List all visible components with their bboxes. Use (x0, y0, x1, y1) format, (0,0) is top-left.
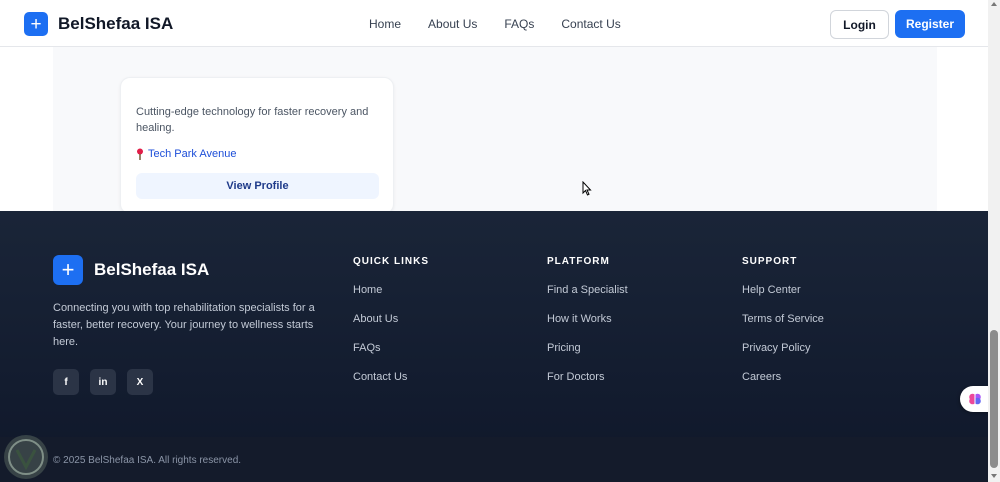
site-header: + BelShefaa ISA Home About Us FAQs Conta… (0, 0, 988, 47)
footer-col-support: SUPPORT Help Center Terms of Service Pri… (742, 256, 824, 386)
login-button[interactable]: Login (830, 10, 889, 39)
footer-col-platform: PLATFORM Find a Specialist How it Works … (547, 256, 628, 386)
copyright: © 2025 BelShefaa ISA. All rights reserve… (53, 455, 242, 466)
x-icon[interactable]: X (127, 369, 153, 395)
footer-link-faqs[interactable]: FAQs (353, 342, 429, 357)
nav-home[interactable]: Home (369, 17, 401, 31)
footer-link-contact-us[interactable]: Contact Us (353, 371, 429, 386)
vertical-scrollbar[interactable] (988, 0, 1000, 482)
scroll-up-arrow-icon[interactable] (991, 2, 997, 6)
footer-brand[interactable]: + BelShefaa ISA (53, 255, 209, 285)
brand[interactable]: + BelShefaa ISA (24, 12, 173, 36)
footer-link-privacy[interactable]: Privacy Policy (742, 342, 824, 357)
footer-col-quick-links: QUICK LINKS Home About Us FAQs Contact U… (353, 256, 429, 386)
footer-tagline: Connecting you with top rehabilitation s… (53, 302, 315, 348)
main-nav: Home About Us FAQs Contact Us (369, 17, 648, 31)
nav-about-us[interactable]: About Us (428, 17, 477, 31)
card-description: Cutting-edge technology for faster recov… (136, 106, 369, 134)
scrollbar-thumb[interactable] (990, 330, 998, 468)
plus-logo-icon: + (24, 12, 48, 36)
social-links: f in X (53, 369, 164, 395)
brand-name: BelShefaa ISA (58, 14, 174, 33)
watermark-logo-icon (4, 435, 48, 479)
footer-link-careers[interactable]: Careers (742, 371, 824, 386)
nav-faqs[interactable]: FAQs (504, 17, 534, 31)
main-content: Cutting-edge technology for faster recov… (53, 47, 937, 214)
register-button[interactable]: Register (895, 10, 965, 38)
mouse-cursor-icon (582, 181, 592, 196)
footer-link-home[interactable]: Home (353, 284, 429, 299)
ai-assistant-button[interactable] (960, 386, 990, 412)
footer-brand-name: BelShefaa ISA (94, 260, 210, 279)
specialist-card: Cutting-edge technology for faster recov… (120, 77, 394, 214)
footer-link-find-specialist[interactable]: Find a Specialist (547, 284, 628, 299)
footer-link-help-center[interactable]: Help Center (742, 284, 824, 299)
footer-col-title: PLATFORM (547, 256, 610, 267)
footer-link-terms[interactable]: Terms of Service (742, 313, 824, 328)
footer-bottom-bar: © 2025 BelShefaa ISA. All rights reserve… (0, 437, 988, 482)
linkedin-icon[interactable]: in (90, 369, 116, 395)
footer-link-for-doctors[interactable]: For Doctors (547, 371, 628, 386)
site-footer: + BelShefaa ISA Connecting you with top … (0, 211, 988, 482)
footer-link-how-it-works[interactable]: How it Works (547, 313, 628, 328)
brain-icon (969, 393, 981, 405)
footer-link-about-us[interactable]: About Us (353, 313, 429, 328)
footer-col-title: SUPPORT (742, 256, 798, 267)
map-pin-icon (137, 148, 143, 160)
footer-col-title: QUICK LINKS (353, 256, 429, 267)
footer-plus-logo-icon: + (53, 255, 83, 285)
card-location-label: Tech Park Avenue (148, 148, 237, 160)
view-profile-button[interactable]: View Profile (136, 173, 379, 199)
footer-link-pricing[interactable]: Pricing (547, 342, 628, 357)
nav-contact-us[interactable]: Contact Us (561, 17, 620, 31)
facebook-icon[interactable]: f (53, 369, 79, 395)
scroll-down-arrow-icon[interactable] (991, 474, 997, 478)
card-location[interactable]: Tech Park Avenue (135, 148, 236, 160)
